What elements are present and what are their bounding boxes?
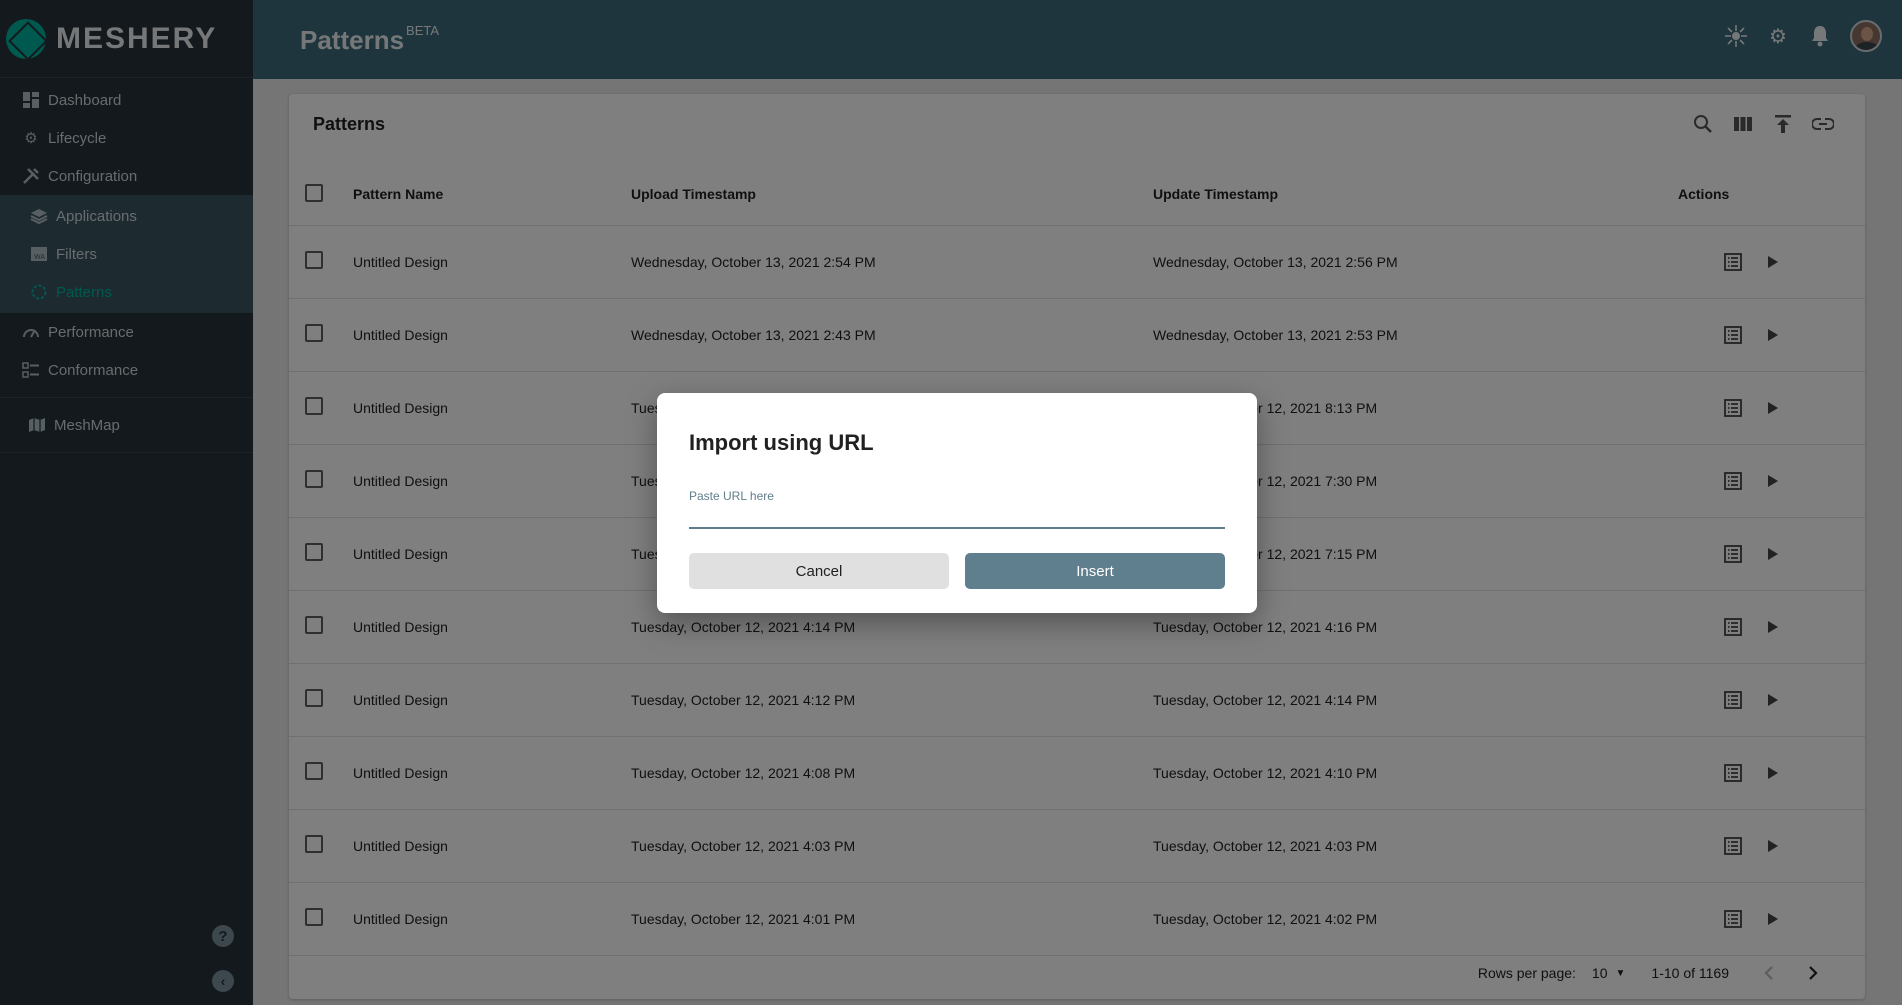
- cancel-button[interactable]: Cancel: [689, 553, 949, 589]
- url-input[interactable]: [689, 505, 1225, 529]
- insert-button[interactable]: Insert: [965, 553, 1225, 589]
- url-input-label: Paste URL here: [689, 489, 774, 503]
- import-url-dialog: Import using URL Paste URL here Cancel I…: [657, 393, 1257, 613]
- dialog-title: Import using URL: [689, 430, 874, 455]
